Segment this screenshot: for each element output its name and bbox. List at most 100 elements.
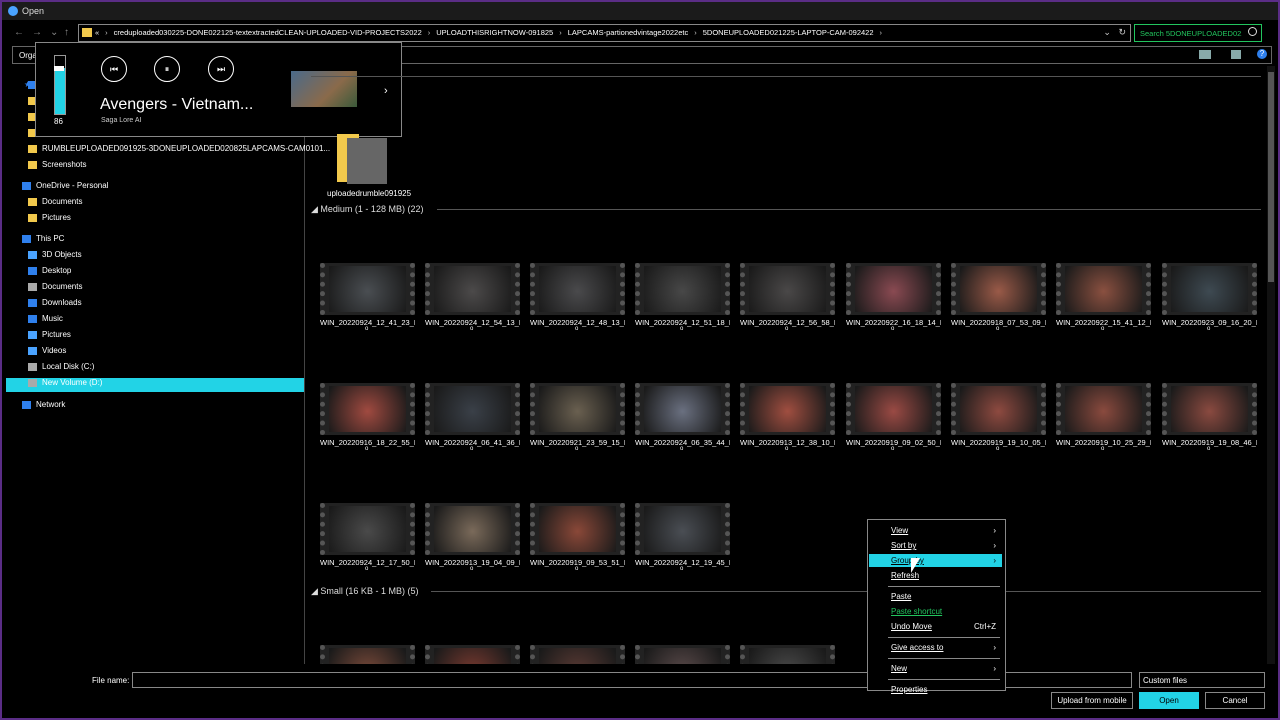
video-file-item[interactable]: WIN_20220924_12_48_13_Pr o <box>530 263 625 333</box>
sidebar-item[interactable]: Network <box>22 400 65 414</box>
group-header-medium[interactable]: ◢ Medium (1 - 128 MB) (22) <box>311 204 423 215</box>
next-track-button[interactable]: ⏭ <box>208 56 234 82</box>
video-thumbnail <box>740 263 835 315</box>
pause-button[interactable]: ⏸ <box>154 56 180 82</box>
help-icon[interactable]: ? <box>1257 49 1267 59</box>
video-file-item[interactable] <box>740 645 835 664</box>
menu-item[interactable]: Paste <box>869 590 1002 603</box>
window-title: Open <box>22 6 45 16</box>
back-arrow-icon[interactable]: ← <box>14 27 24 38</box>
breadcrumb-item[interactable]: 5DONEUPLOADED021225-LAPTOP-CAM-092422 <box>703 28 874 37</box>
recent-locations-icon[interactable]: ⌄ <box>50 27 58 38</box>
menu-item[interactable]: Group by › <box>869 554 1002 567</box>
view-options-icon[interactable] <box>1199 50 1211 59</box>
search-box[interactable]: Search 5DONEUPLOADED021... <box>1134 24 1262 42</box>
video-file-item[interactable]: WIN_20220918_07_53_09_Pr o <box>951 263 1046 333</box>
video-file-item[interactable]: WIN_20220924_12_41_23_Pr o <box>320 263 415 333</box>
sidebar-item[interactable]: Videos <box>28 346 66 360</box>
breadcrumb-item[interactable]: UPLOADTHISRIGHTNOW-091825 <box>436 28 553 37</box>
sidebar-item[interactable]: Music <box>28 314 63 328</box>
sidebar-item[interactable]: New Volume (D:) <box>6 378 304 392</box>
sidebar-item[interactable]: Downloads <box>28 298 82 312</box>
video-file-item[interactable]: WIN_20220924_12_19_45_Pr o <box>635 503 730 573</box>
video-file-item[interactable]: WIN_20220924_12_56_58_Pr o <box>740 263 835 333</box>
video-file-item[interactable]: WIN_20220924_12_51_18_Pr o <box>635 263 730 333</box>
volume-slider[interactable] <box>54 55 66 115</box>
scrollbar[interactable] <box>1267 66 1275 664</box>
video-file-item[interactable]: WIN_20220919_10_25_29_Pr o <box>1056 383 1151 453</box>
video-file-item[interactable] <box>320 645 415 664</box>
menu-item[interactable]: New › <box>869 662 1002 675</box>
video-thumbnail <box>425 503 520 555</box>
file-type-select[interactable]: Custom files <box>1139 672 1265 688</box>
sidebar-item[interactable]: RUMBLEUPLOADED091925-3DONEUPLOADED020825… <box>28 144 330 158</box>
menu-item-shortcut: Ctrl+Z <box>974 622 996 631</box>
sidebar-item[interactable]: Desktop <box>28 266 71 280</box>
menu-item[interactable]: Properties <box>869 683 1002 696</box>
sidebar-item[interactable]: Documents <box>28 282 82 296</box>
video-file-item[interactable]: WIN_20220919_09_02_50_Pr o <box>846 383 941 453</box>
folder-item[interactable] <box>337 134 389 184</box>
menu-item[interactable]: Paste shortcut <box>869 605 1002 618</box>
video-thumbnail <box>425 263 520 315</box>
cancel-button[interactable]: Cancel <box>1205 692 1265 709</box>
file-name-suffix: o <box>785 446 789 452</box>
video-thumbnail <box>635 645 730 664</box>
sidebar-item[interactable]: 3D Objects <box>28 250 82 264</box>
previous-track-button[interactable]: ⏮ <box>101 56 127 82</box>
video-file-item[interactable]: WIN_20220919_09_53_51_Pr o <box>530 503 625 573</box>
video-file-item[interactable]: WIN_20220924_12_54_13_Pr o <box>425 263 520 333</box>
video-file-item[interactable]: WIN_20220924_06_35_44_Pr o <box>635 383 730 453</box>
refresh-icon[interactable]: ↻ <box>1118 27 1126 37</box>
scrollbar-thumb[interactable] <box>1268 72 1274 282</box>
menu-item[interactable]: View › <box>869 524 1002 537</box>
video-file-item[interactable] <box>635 645 730 664</box>
sidebar-item[interactable]: Pictures <box>28 213 71 227</box>
preview-pane-icon[interactable] <box>1231 50 1241 59</box>
sidebar-item[interactable]: Documents <box>28 197 82 211</box>
video-file-item[interactable]: WIN_20220913_19_04_09_Pr o <box>425 503 520 573</box>
search-input[interactable]: Search 5DONEUPLOADED021... <box>1140 29 1242 38</box>
breadcrumb-item[interactable]: creduploaded030225-DONE022125-textextrac… <box>114 28 422 37</box>
video-file-item[interactable]: WIN_20220922_15_41_12_Pr o <box>1056 263 1151 333</box>
menu-item[interactable]: Refresh <box>869 569 1002 582</box>
breadcrumb-item[interactable]: « <box>95 28 99 37</box>
video-file-item[interactable]: WIN_20220923_09_16_20_Pr o <box>1162 263 1257 333</box>
sidebar-item[interactable]: This PC <box>22 234 64 248</box>
menu-separator <box>888 658 1000 659</box>
up-arrow-icon[interactable]: ↑ <box>64 27 69 38</box>
chevron-right-icon: › <box>694 28 697 37</box>
video-file-item[interactable]: WIN_20220922_16_18_14_Pr o <box>846 263 941 333</box>
folder-icon <box>28 346 37 355</box>
video-thumbnail <box>1056 383 1151 435</box>
video-file-item[interactable]: WIN_20220919_19_10_05_Pr o <box>951 383 1046 453</box>
video-file-item[interactable]: WIN_20220913_12_38_10_Pr o <box>740 383 835 453</box>
thumbnail-image <box>749 386 826 432</box>
dropdown-icon[interactable]: ⌄ <box>1103 27 1111 37</box>
folder-icon <box>22 234 31 243</box>
video-file-item[interactable]: WIN_20220919_19_08_46_Pr o <box>1162 383 1257 453</box>
upload-from-mobile-button[interactable]: Upload from mobile <box>1051 692 1133 709</box>
video-file-item[interactable]: WIN_20220916_18_22_55_Pr o <box>320 383 415 453</box>
menu-item-label: Paste <box>891 592 912 601</box>
sidebar-item[interactable]: Screenshots <box>28 160 86 174</box>
video-thumbnail <box>425 645 520 664</box>
video-file-item[interactable] <box>530 645 625 664</box>
video-file-item[interactable]: WIN_20220924_06_41_36_Pr o <box>425 383 520 453</box>
open-button[interactable]: Open <box>1139 692 1199 709</box>
sidebar-item[interactable]: OneDrive - Personal <box>22 181 108 195</box>
sidebar-item[interactable]: Local Disk (C:) <box>28 362 94 376</box>
forward-arrow-icon[interactable]: → <box>32 27 42 38</box>
menu-item[interactable]: Give access to › <box>869 641 1002 654</box>
volume-knob[interactable] <box>54 66 64 71</box>
file-name-suffix: o <box>996 326 1000 332</box>
menu-item[interactable]: Undo Move Ctrl+Z <box>869 620 1002 633</box>
video-file-item[interactable]: WIN_20220924_12_17_50_Pr o <box>320 503 415 573</box>
video-file-item[interactable]: WIN_20220921_23_59_15_Pr o <box>530 383 625 453</box>
menu-item[interactable]: Sort by › <box>869 539 1002 552</box>
group-header-small[interactable]: ◢ Small (16 KB - 1 MB) (5) <box>311 586 418 597</box>
video-file-item[interactable] <box>425 645 520 664</box>
breadcrumb-item[interactable]: LAPCAMS-partionedvintage2022etc <box>568 28 689 37</box>
sidebar-item[interactable]: Pictures <box>28 330 71 344</box>
address-bar[interactable]: « › creduploaded030225-DONE022125-textextr… <box>78 24 1131 42</box>
